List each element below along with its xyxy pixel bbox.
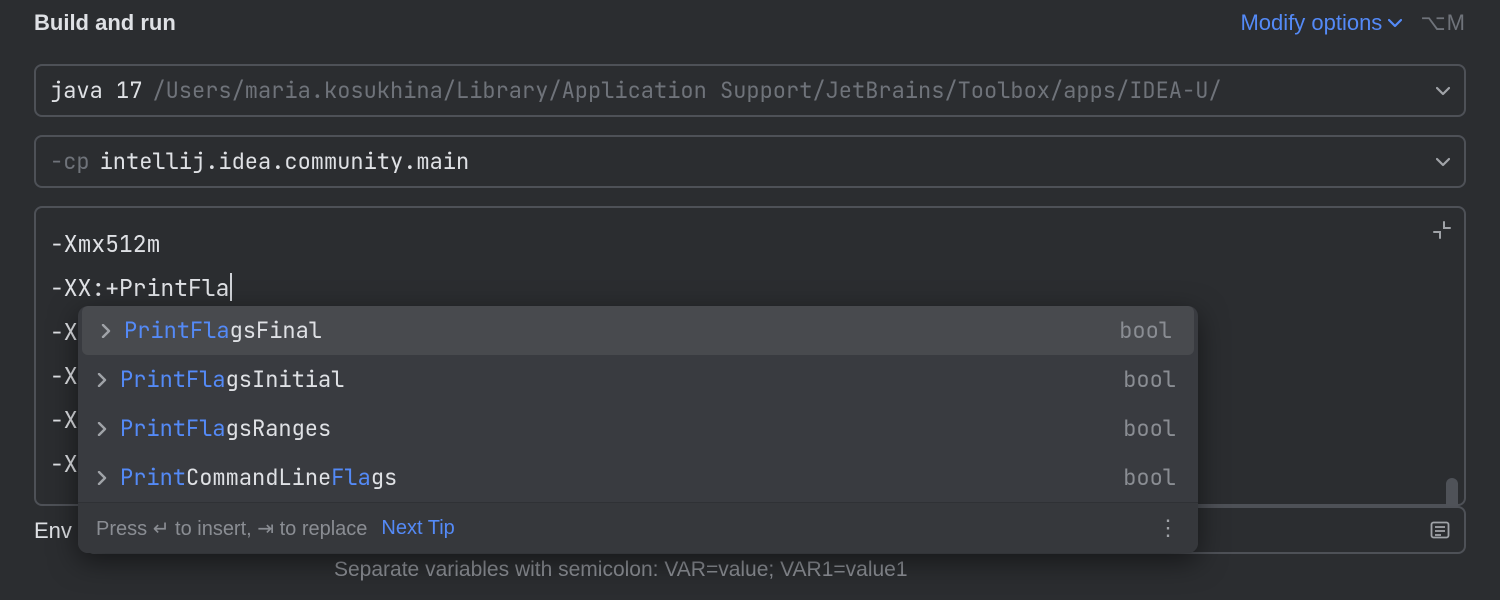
shortcut-hint: ⌥M — [1420, 10, 1466, 36]
completion-item-label: PrintFlagsRanges — [120, 414, 331, 443]
browse-icon[interactable] — [1430, 521, 1450, 539]
completion-item-type: bool — [1123, 365, 1176, 394]
vm-option-line: -XX:+PrintFla — [50, 266, 1450, 310]
completion-item[interactable]: PrintFlagsFinal bool — [82, 306, 1194, 355]
completion-item[interactable]: PrintFlagsRanges bool — [78, 404, 1198, 453]
completion-item[interactable]: PrintFlagsInitial bool — [78, 355, 1198, 404]
completion-item-label: PrintFlagsFinal — [124, 316, 322, 345]
classpath-value: intellij.idea.community.main — [100, 147, 470, 176]
text-caret — [230, 273, 232, 301]
collapse-icon[interactable] — [1432, 220, 1452, 240]
modify-options-link[interactable]: Modify options — [1240, 10, 1402, 36]
chevron-right-icon — [96, 373, 110, 387]
chevron-right-icon — [96, 422, 110, 436]
classpath-flag: -cp — [50, 147, 90, 176]
next-tip-link[interactable]: Next Tip — [381, 517, 454, 540]
more-menu-icon[interactable]: ⋮ — [1157, 515, 1180, 541]
completion-popup: PrintFlagsFinal bool PrintFlagsInitial b… — [78, 306, 1198, 553]
jdk-selector[interactable]: java 17 /Users/maria.kosukhina/Library/A… — [34, 64, 1466, 117]
modify-options-label: Modify options — [1240, 10, 1382, 36]
chevron-down-icon — [1436, 157, 1450, 167]
completion-item-type: bool — [1119, 316, 1172, 345]
jdk-path-label: /Users/maria.kosukhina/Library/Applicati… — [152, 76, 1221, 105]
chevron-down-icon — [1388, 18, 1402, 28]
env-vars-help-text: Separate variables with semicolon: VAR=v… — [334, 558, 1466, 582]
chevron-right-icon — [96, 471, 110, 485]
completion-footer-hint: Press ↵ to insert, ⇥ to replace — [96, 516, 367, 541]
completion-item[interactable]: PrintCommandLineFlags bool — [78, 453, 1198, 502]
vm-option-line: -Xmx512m — [50, 222, 1450, 266]
chevron-down-icon — [1436, 86, 1450, 96]
completion-item-type: bool — [1123, 414, 1176, 443]
jdk-version-label: java 17 — [50, 76, 142, 105]
section-title: Build and run — [34, 10, 176, 36]
chevron-right-icon — [100, 324, 114, 338]
completion-item-label: PrintCommandLineFlags — [120, 463, 397, 492]
completion-item-label: PrintFlagsInitial — [120, 365, 344, 394]
classpath-selector[interactable]: -cp intellij.idea.community.main — [34, 135, 1466, 188]
completion-item-type: bool — [1123, 463, 1176, 492]
